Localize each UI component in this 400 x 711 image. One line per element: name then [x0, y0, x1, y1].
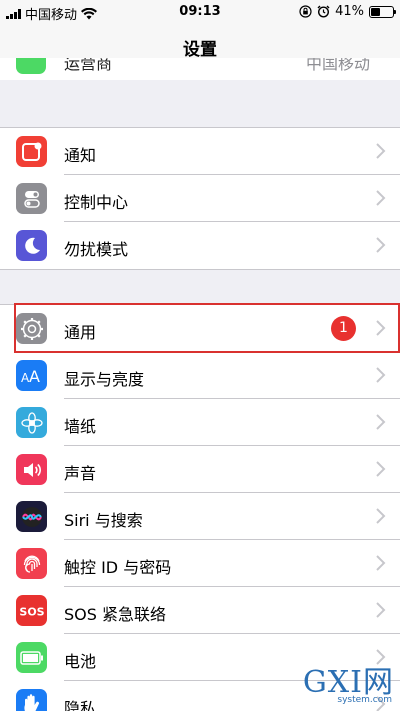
status-right: 41% [299, 4, 396, 19]
settings-row-label: 通知 [64, 146, 97, 165]
speaker-icon [16, 454, 47, 485]
battery-app-icon [16, 642, 47, 673]
settings-row-fingerprint[interactable]: 触控 ID 与密码 [0, 540, 400, 587]
orientation-lock-icon [299, 5, 312, 18]
settings-row-control-center[interactable]: 控制中心 [0, 175, 400, 222]
watermark-logo: GXI网 system.com [264, 667, 394, 706]
sos-icon: SOS [16, 595, 47, 626]
status-bar: 中国移动 09:13 41% [0, 0, 400, 24]
settings-row-label: 电池 [64, 652, 97, 671]
watermark-site: system.com [337, 695, 392, 705]
carrier-row-label: 运营商 [64, 58, 113, 73]
settings-row-label: 显示与亮度 [64, 370, 145, 389]
chevron-right-icon [376, 414, 386, 430]
settings-row-label: 隐私 [64, 699, 97, 711]
chevron-right-icon [376, 320, 386, 336]
chevron-right-icon [376, 367, 386, 383]
phone-icon [16, 58, 46, 74]
hand-icon [16, 689, 47, 711]
settings-row-wallpaper[interactable]: 墙纸 [0, 399, 400, 446]
settings-group-2: 通用 1 A A 显示与亮度墙纸声音 Siri 与搜索触控 ID 与密码 SOS SOS 紧急… [0, 304, 400, 711]
settings-row-label: 墙纸 [64, 417, 97, 436]
settings-row-display[interactable]: A A 显示与亮度 [0, 352, 400, 399]
settings-row-label: Siri 与搜索 [64, 511, 143, 530]
gear-icon [16, 313, 47, 344]
display-icon: AA [16, 360, 47, 391]
settings-group-1: 通知控制中心勿扰模式 [0, 127, 400, 270]
chevron-right-icon [376, 602, 386, 618]
control-center-icon [16, 183, 47, 214]
battery-percent: 41% [335, 4, 364, 19]
settings-row-siri[interactable]: Siri 与搜索 [0, 493, 400, 540]
wallpaper-icon [16, 407, 47, 438]
chevron-right-icon [376, 461, 386, 477]
svg-text:SOS: SOS [19, 605, 44, 618]
settings-row-label: 控制中心 [64, 193, 129, 212]
chevron-right-icon [376, 143, 386, 159]
settings-row-gear[interactable]: 通用 1 [0, 305, 400, 352]
alarm-icon [317, 5, 330, 18]
carrier-row-value: 中国移动 [305, 58, 370, 73]
chevron-right-icon [376, 508, 386, 524]
settings-row-label: 触控 ID 与密码 [64, 558, 172, 577]
settings-row-label: 勿扰模式 [64, 240, 129, 259]
siri-icon [16, 501, 47, 532]
settings-row-notification[interactable]: 通知 [0, 128, 400, 175]
chevron-right-icon [376, 190, 386, 206]
update-badge: 1 [331, 316, 356, 341]
chevron-right-icon [376, 555, 386, 571]
settings-row-label: 通用 [64, 323, 97, 342]
moon-icon [16, 230, 47, 261]
chevron-right-icon [376, 649, 386, 665]
settings-row-label: 声音 [64, 464, 97, 483]
page-title: 设置 [183, 40, 217, 60]
settings-row-label: SOS 紧急联络 [64, 605, 166, 624]
battery-icon [369, 5, 396, 18]
notification-icon [16, 136, 47, 167]
settings-row-moon[interactable]: 勿扰模式 [0, 222, 400, 269]
fingerprint-icon [16, 548, 47, 579]
settings-row-speaker[interactable]: 声音 [0, 446, 400, 493]
settings-row-sos[interactable]: SOS SOS 紧急联络 [0, 587, 400, 634]
svg-text:A: A [29, 367, 40, 386]
carrier-row[interactable]: 运营商 中国移动 [0, 58, 400, 80]
chevron-right-icon [376, 237, 386, 253]
